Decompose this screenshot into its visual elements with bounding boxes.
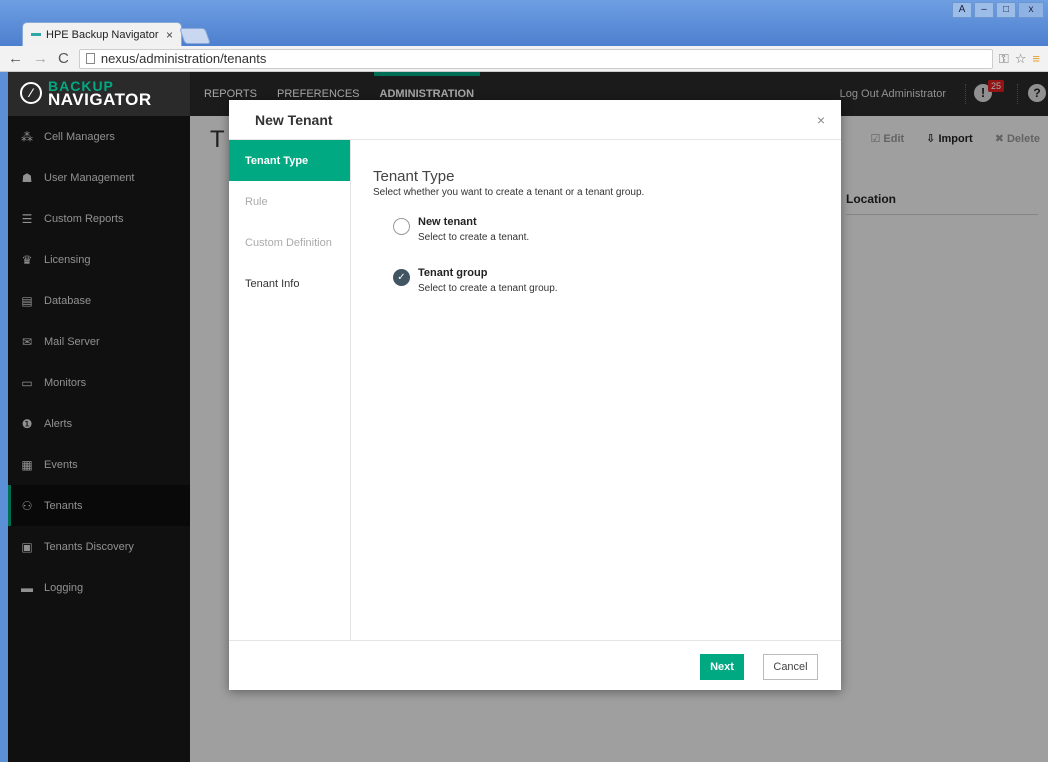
window-controls: A – □ x (952, 2, 1044, 18)
option-description: Select to create a tenant group. (418, 283, 558, 294)
close-icon[interactable]: × (817, 112, 825, 128)
new-tab-button[interactable] (179, 28, 211, 44)
browser-titlebar: HPE Backup Navigator × A – □ x (0, 0, 1048, 46)
option-tenant-group[interactable]: ✓ Tenant group Select to create a tenant… (393, 267, 823, 294)
minimize-icon[interactable]: – (974, 2, 994, 18)
option-new-tenant[interactable]: New tenant Select to create a tenant. (393, 216, 823, 243)
tenant-group-radio-checked-icon[interactable]: ✓ (393, 269, 410, 286)
step-custom-definition: Custom Definition (245, 236, 332, 249)
bookmark-star-icon[interactable]: ☆ (1015, 51, 1027, 67)
dialog-footer: Next Cancel (229, 640, 841, 690)
maximize-icon[interactable]: □ (996, 2, 1016, 18)
step-rule: Rule (245, 195, 268, 208)
tenant-type-pane: Tenant Type Select whether you want to c… (373, 168, 823, 294)
dialog-header: New Tenant × (229, 100, 841, 140)
pane-subtitle: Select whether you want to create a tena… (373, 187, 645, 198)
step-tenant-info[interactable]: Tenant Info (229, 263, 350, 304)
key-icon[interactable]: ⚿ (999, 51, 1009, 67)
forward-icon[interactable]: → (33, 50, 48, 67)
option-label: New tenant (418, 216, 477, 228)
tab-title: HPE Backup Navigator (46, 28, 159, 41)
dialog-title: New Tenant (255, 111, 333, 128)
logo[interactable]: ⁄ BACKUP NAVIGATOR (20, 79, 152, 109)
address-bar[interactable]: nexus/administration/tenants (78, 48, 993, 69)
new-tenant-radio[interactable] (393, 218, 410, 235)
reload-icon[interactable]: C (58, 50, 69, 67)
tab-close-icon[interactable]: × (166, 28, 173, 42)
logo-bottom-text: NAVIGATOR (48, 90, 152, 109)
menu-icon[interactable]: ≡ (1032, 51, 1040, 66)
new-tenant-dialog: New Tenant × Tenant Type Rule Custom Def… (229, 100, 841, 690)
back-icon[interactable]: ← (8, 50, 23, 67)
pane-title: Tenant Type (373, 168, 455, 185)
user-icon[interactable]: A (952, 2, 972, 18)
option-description: Select to create a tenant. (418, 232, 530, 243)
cancel-button[interactable]: Cancel (763, 654, 818, 680)
next-button[interactable]: Next (700, 654, 744, 680)
close-window-icon[interactable]: x (1018, 2, 1044, 18)
wizard-steps: Tenant Type Rule Custom Definition Tenan… (229, 140, 351, 640)
page-icon (85, 53, 95, 64)
browser-tab[interactable]: HPE Backup Navigator × (22, 22, 182, 46)
browser-toolbar: ← → C nexus/administration/tenants ⚿ ☆ ≡ (0, 46, 1048, 72)
option-label: Tenant group (418, 267, 488, 279)
favicon-icon (31, 33, 41, 36)
logo-icon: ⁄ (20, 82, 42, 104)
step-tenant-type[interactable]: Tenant Type (229, 140, 350, 181)
url-text: nexus/administration/tenants (100, 51, 267, 66)
